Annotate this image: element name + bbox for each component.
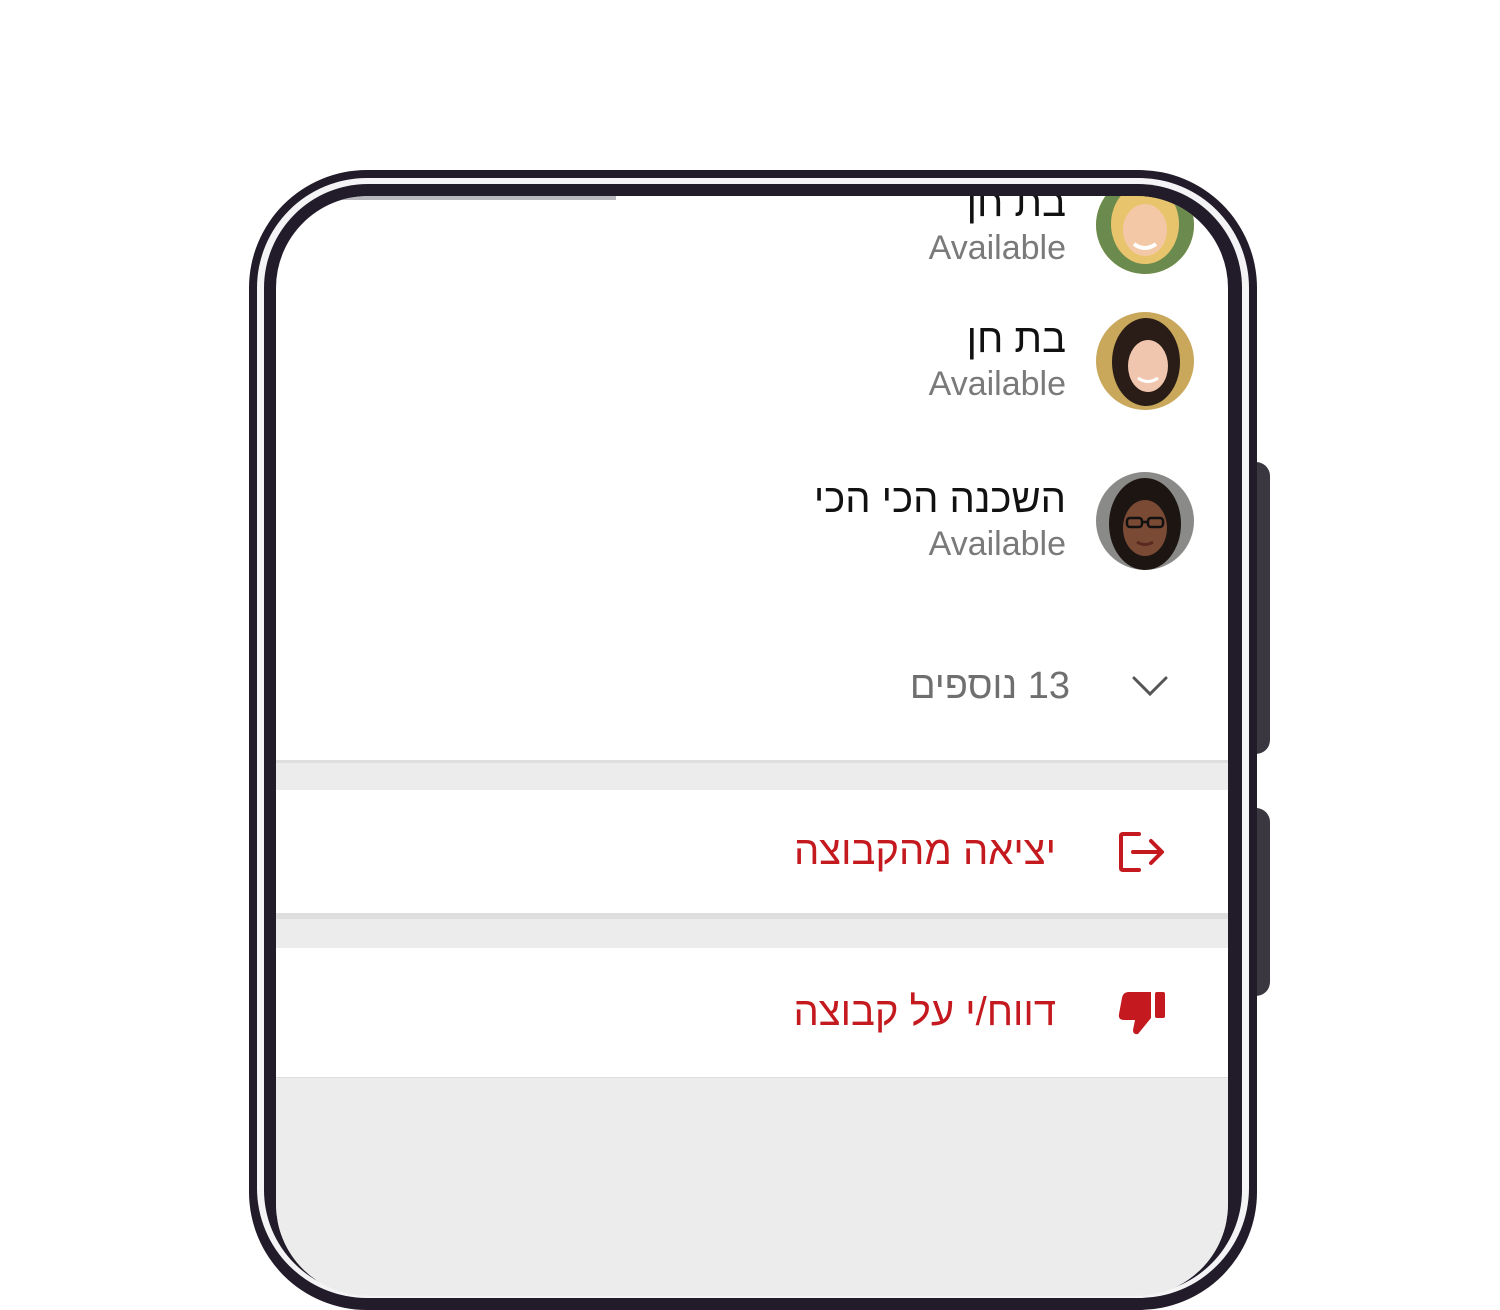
member-status: Available [928, 525, 1066, 563]
more-members-label: 13 נוספים [909, 664, 1070, 707]
phone-screen: בת חן Available בת חן Available השכנה הכ… [276, 196, 1228, 1296]
section-divider [276, 916, 1228, 950]
member-row[interactable]: השכנה הכי הכי Available [334, 466, 1194, 576]
avatar-dark-hair-woman-icon [1096, 312, 1194, 410]
member-name: בת חן [966, 317, 1066, 361]
member-name: השכנה הכי הכי [813, 477, 1066, 521]
section-divider [276, 760, 1228, 792]
member-status: Available [928, 229, 1066, 267]
member-row[interactable]: בת חן Available [334, 306, 1194, 416]
thumbs-down-icon [1116, 987, 1168, 1039]
report-group-label: דווח/י על קבוצה [793, 990, 1056, 1034]
exit-icon [1116, 826, 1168, 878]
member-status: Available [928, 365, 1066, 403]
avatar [1096, 196, 1194, 274]
member-name: בת חן [966, 196, 1066, 225]
avatar [1096, 472, 1194, 570]
report-group-button[interactable]: דווח/י על קבוצה [276, 948, 1228, 1080]
chevron-down-icon [1132, 676, 1168, 697]
avatar [1096, 312, 1194, 410]
leave-group-label: יציאה מהקבוצה [793, 829, 1056, 873]
show-more-members[interactable]: 13 נוספים [330, 656, 1170, 716]
leave-group-button[interactable]: יציאה מהקבוצה [276, 790, 1228, 916]
avatar-woman-glasses-icon [1096, 472, 1194, 570]
member-row[interactable]: בת חן Available [334, 196, 1194, 280]
bottom-area [276, 1078, 1228, 1296]
avatar-blonde-woman-icon [1096, 196, 1194, 274]
